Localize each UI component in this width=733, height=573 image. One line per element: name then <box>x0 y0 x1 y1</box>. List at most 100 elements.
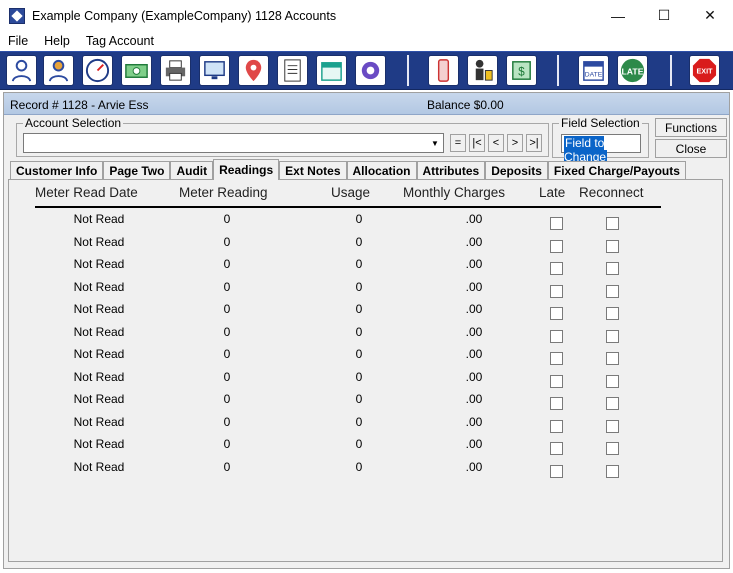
close-button[interactable]: Close <box>655 139 727 158</box>
reconnect-checkbox[interactable] <box>606 284 619 298</box>
reconnect-checkbox[interactable] <box>606 262 619 275</box>
usage-cell: 0 <box>355 437 363 451</box>
customer-icon[interactable] <box>6 55 37 86</box>
meter-reading-cell: 0 <box>223 257 231 271</box>
late-icon[interactable]: LATE <box>617 55 648 86</box>
table-row: Not Read 0 0 .00 <box>9 392 724 414</box>
map-pin-icon[interactable] <box>238 55 269 86</box>
meter-reading-cell: 0 <box>223 347 231 361</box>
nav-prev-button[interactable]: < <box>488 134 504 152</box>
reconnect-checkbox[interactable] <box>606 239 619 253</box>
cash-icon[interactable] <box>121 55 152 86</box>
gear-icon[interactable] <box>355 55 386 86</box>
monitor-icon[interactable] <box>199 55 230 86</box>
tab-attributes[interactable]: Attributes <box>416 161 486 180</box>
toolbar-separator <box>557 55 559 86</box>
late-checkbox[interactable] <box>550 262 563 275</box>
tab-audit[interactable]: Audit <box>170 161 214 180</box>
tab-ext-notes[interactable]: Ext Notes <box>279 161 347 180</box>
late-icon-text: LATE <box>622 66 644 76</box>
account-selection-combo[interactable]: ▼ <box>23 133 444 153</box>
calendar-icon[interactable] <box>316 55 347 86</box>
balance-label: Balance $0.00 <box>427 98 504 112</box>
minimize-button[interactable]: — <box>595 0 641 31</box>
reconnect-checkbox[interactable] <box>606 442 619 455</box>
tab-customer-info[interactable]: Customer Info <box>10 161 104 180</box>
printer-icon[interactable] <box>160 55 191 86</box>
reconnect-checkbox[interactable] <box>606 419 619 433</box>
late-checkbox[interactable] <box>550 374 563 388</box>
date-icon[interactable]: DATE <box>578 55 609 86</box>
monthly-charges-cell: .00 <box>465 302 483 316</box>
monthly-charges-cell: .00 <box>465 347 483 361</box>
late-checkbox[interactable] <box>550 442 563 455</box>
phone-icon[interactable] <box>428 55 459 86</box>
field-selection-group: Field Selection Field to Change <box>552 116 649 164</box>
date-icon-text: DATE <box>585 71 603 78</box>
gauge-icon[interactable] <box>82 55 113 86</box>
menu-tag-account[interactable]: Tag Account <box>78 34 162 48</box>
document-icon[interactable] <box>277 55 308 86</box>
column-header-monthly-charges: Monthly Charges <box>403 185 506 200</box>
meter-read-date-cell: Not Read <box>73 257 125 271</box>
column-header-late: Late <box>539 185 566 200</box>
reconnect-checkbox[interactable] <box>606 397 619 410</box>
menu-file[interactable]: File <box>0 34 36 48</box>
reconnect-checkbox[interactable] <box>606 217 619 230</box>
monthly-charges-cell: .00 <box>465 392 483 406</box>
meter-reading-cell: 0 <box>223 437 231 451</box>
menu-help[interactable]: Help <box>36 34 78 48</box>
reconnect-checkbox[interactable] <box>606 374 619 388</box>
tab-page-two[interactable]: Page Two <box>103 161 171 180</box>
maximize-button[interactable]: ☐ <box>641 0 687 31</box>
nav-last-button[interactable]: >| <box>526 134 542 152</box>
meter-read-date-cell: Not Read <box>73 324 125 339</box>
close-window-button[interactable]: ✕ <box>687 0 733 31</box>
tab-readings[interactable]: Readings <box>213 159 280 180</box>
late-checkbox[interactable] <box>550 352 563 365</box>
meter-reading-cell: 0 <box>223 279 231 294</box>
functions-button[interactable]: Functions <box>655 118 727 137</box>
bill-icon[interactable]: $ <box>506 55 537 86</box>
late-checkbox[interactable] <box>550 397 563 410</box>
chevron-down-icon[interactable]: ▼ <box>427 134 443 152</box>
late-checkbox[interactable] <box>550 329 563 343</box>
account-icon[interactable] <box>43 55 74 86</box>
nav-first-button[interactable]: |< <box>469 134 485 152</box>
field-selection-input[interactable]: Field to Change <box>561 134 641 164</box>
late-checkbox[interactable] <box>550 284 563 298</box>
table-row: Not Read 0 0 .00 <box>9 280 724 302</box>
table-row: Not Read 0 0 .00 <box>9 460 724 482</box>
column-header-meter-read-date: Meter Read Date <box>35 185 138 200</box>
late-checkbox[interactable] <box>550 419 563 433</box>
late-checkbox[interactable] <box>550 239 563 253</box>
monthly-charges-cell: .00 <box>465 212 483 226</box>
nav-next-button[interactable]: > <box>507 134 523 152</box>
exit-icon[interactable]: EXIT <box>689 55 720 86</box>
tab-fixed-charge-payouts[interactable]: Fixed Charge/Payouts <box>547 161 686 180</box>
table-row: Not Read 0 0 .00 <box>9 212 724 234</box>
column-header-meter-reading: Meter Reading <box>179 185 268 200</box>
reconnect-checkbox[interactable] <box>606 307 619 320</box>
worker-icon[interactable] <box>467 55 498 86</box>
account-selection-group: Account Selection ▼ = |< < > >| <box>16 116 549 157</box>
monthly-charges-cell: .00 <box>465 324 483 339</box>
reconnect-checkbox[interactable] <box>606 352 619 365</box>
tab-deposits[interactable]: Deposits <box>485 161 548 180</box>
nav-equals-button[interactable]: = <box>450 134 466 152</box>
usage-cell: 0 <box>355 369 363 384</box>
monthly-charges-cell: .00 <box>465 414 483 429</box>
table-row: Not Read 0 0 .00 <box>9 235 724 257</box>
late-checkbox[interactable] <box>550 307 563 320</box>
late-checkbox[interactable] <box>550 217 563 230</box>
monthly-charges-cell: .00 <box>465 369 483 384</box>
main-panel: Record # 1128 - Arvie Ess Balance $0.00 … <box>3 92 730 569</box>
usage-cell: 0 <box>355 234 363 249</box>
monthly-charges-cell: .00 <box>465 257 483 271</box>
tab-allocation[interactable]: Allocation <box>346 161 417 180</box>
reconnect-checkbox[interactable] <box>606 464 619 478</box>
late-checkbox[interactable] <box>550 464 563 478</box>
reconnect-checkbox[interactable] <box>606 329 619 343</box>
toolbar: $ DATE LATE EXIT <box>0 51 733 90</box>
meter-read-date-cell: Not Read <box>73 392 125 406</box>
